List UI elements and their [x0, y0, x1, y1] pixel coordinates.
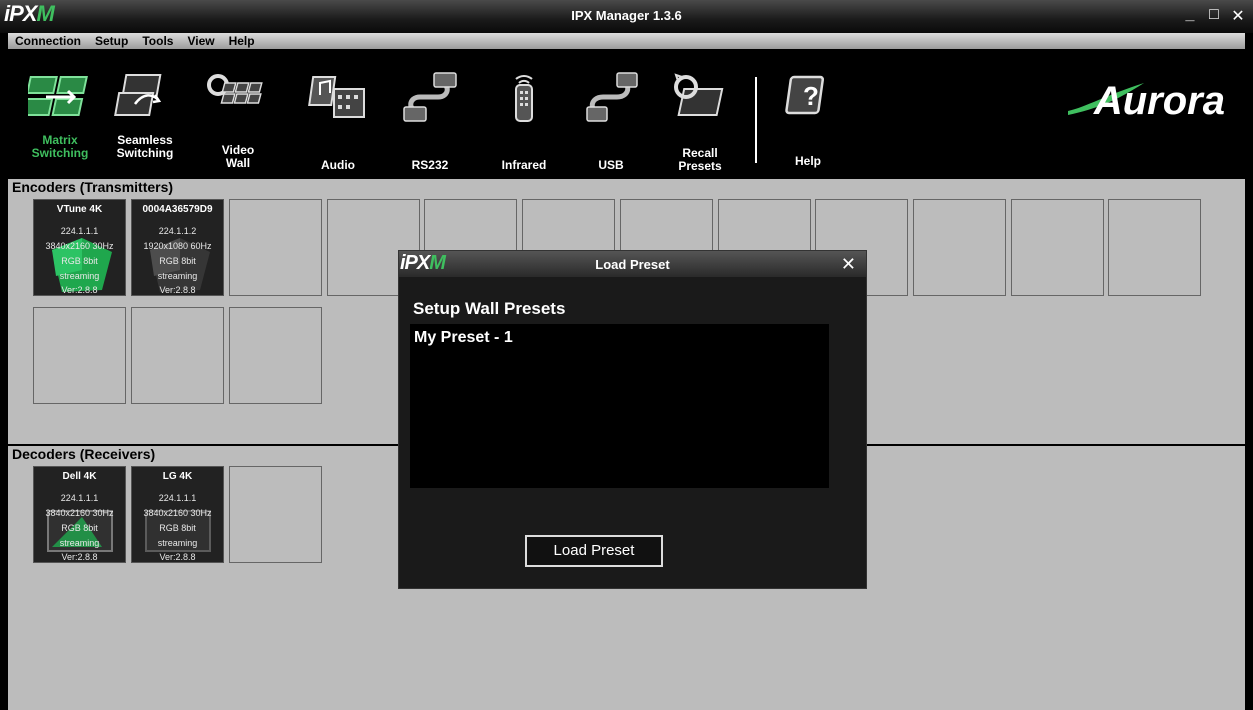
tool-label: Infrared — [501, 158, 547, 172]
toolbar: Matrix Switching Seamless Switching Video W… — [8, 49, 1245, 179]
toolbar-separator — [755, 77, 757, 163]
decoders-title: Decoders (Receivers) — [12, 446, 156, 462]
empty-slot[interactable] — [229, 307, 322, 404]
decoder-tile[interactable]: Dell 4K 224.1.1.1 3840x2160 30Hz RGB 8bi… — [33, 466, 126, 563]
tool-seamless-switching[interactable]: Seamless Switching — [105, 59, 185, 174]
tool-rs232[interactable]: RS232 — [390, 59, 470, 174]
tool-matrix-switching[interactable]: Matrix Switching — [20, 59, 100, 174]
tool-label: Help — [794, 154, 821, 168]
video-wall-icon — [207, 74, 263, 104]
empty-slot[interactable] — [229, 199, 322, 296]
tool-label: Recall Presets — [678, 146, 722, 173]
load-preset-dialog: iPXM Load Preset ✕ Setup Wall Presets My… — [398, 250, 867, 589]
tool-infrared[interactable]: Infrared — [484, 59, 564, 174]
menu-view[interactable]: View — [180, 33, 221, 49]
minimize-button[interactable]: _ — [1183, 6, 1197, 26]
tool-usb[interactable]: USB — [571, 59, 651, 174]
decoder-tile[interactable]: LG 4K 224.1.1.1 3840x2160 30Hz RGB 8bit … — [131, 466, 224, 563]
encoder-tile[interactable]: 0004A36579D9 224.1.1.2 1920x1080 60Hz RG… — [131, 199, 224, 296]
dialog-title-bar: iPXM Load Preset ✕ — [399, 251, 866, 277]
tool-audio[interactable]: Audio — [298, 59, 378, 174]
menu-help[interactable]: Help — [222, 33, 262, 49]
tool-help[interactable]: ? Help — [768, 59, 848, 174]
load-preset-button[interactable]: Load Preset — [525, 535, 663, 567]
preset-item[interactable]: My Preset - 1 — [414, 329, 513, 347]
matrix-switching-icon — [28, 76, 88, 116]
empty-slot[interactable] — [1108, 199, 1201, 296]
usb-icon — [586, 72, 638, 122]
dialog-title: Load Preset — [595, 257, 670, 272]
empty-slot[interactable] — [229, 466, 322, 563]
tool-label: USB — [598, 158, 624, 172]
help-icon: ? — [785, 75, 825, 115]
menu-bar: Connection Setup Tools View Help — [8, 33, 1245, 49]
menu-setup[interactable]: Setup — [88, 33, 135, 49]
tool-label: Seamless Switching — [116, 133, 174, 160]
tool-label: Video Wall — [221, 143, 255, 170]
tool-recall-presets[interactable]: Recall Presets — [660, 59, 740, 174]
empty-slot[interactable] — [33, 307, 126, 404]
svg-text:?: ? — [803, 81, 819, 111]
audio-icon — [308, 76, 365, 118]
dialog-close-icon[interactable]: ✕ — [841, 254, 856, 275]
preset-list[interactable]: My Preset - 1 — [410, 324, 829, 488]
encoder-tile[interactable]: VTune 4K 224.1.1.1 3840x2160 30Hz RGB 8b… — [33, 199, 126, 296]
empty-slot[interactable] — [1011, 199, 1104, 296]
window-title: IPX Manager 1.3.6 — [571, 8, 682, 23]
rs232-icon — [403, 72, 457, 122]
encoders-title: Encoders (Transmitters) — [12, 179, 174, 195]
close-button[interactable]: ✕ — [1231, 6, 1245, 26]
title-bar: iPXM IPX Manager 1.3.6 _ □ ✕ — [0, 0, 1253, 33]
infrared-icon — [515, 75, 533, 122]
menu-tools[interactable]: Tools — [135, 33, 180, 49]
tool-label: Audio — [321, 158, 355, 172]
empty-slot[interactable] — [131, 307, 224, 404]
seamless-switching-icon — [114, 74, 162, 116]
menu-connection[interactable]: Connection — [8, 33, 88, 49]
dialog-heading: Setup Wall Presets — [413, 299, 566, 318]
tool-video-wall[interactable]: Video Wall — [198, 59, 278, 174]
aurora-logo: Aurora — [1067, 79, 1225, 124]
tool-label: Matrix Switching — [31, 133, 89, 160]
empty-slot[interactable] — [913, 199, 1006, 296]
tool-label: RS232 — [411, 158, 449, 172]
recall-presets-icon — [674, 73, 724, 116]
maximize-button[interactable]: □ — [1207, 6, 1221, 26]
